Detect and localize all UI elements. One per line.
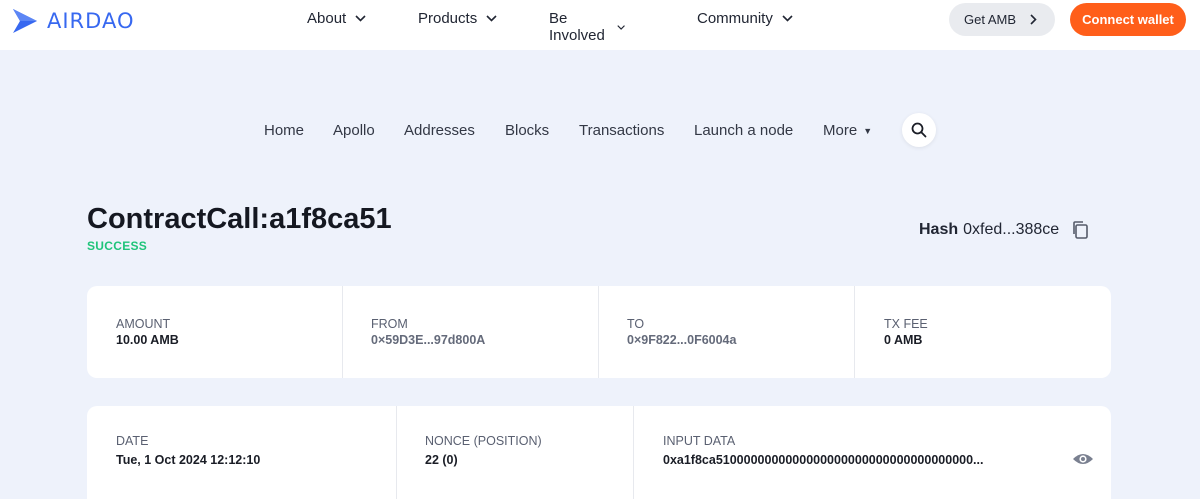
nonce-label: NONCE (POSITION) xyxy=(425,434,542,448)
caret-down-icon: ▼ xyxy=(863,125,873,136)
from-address[interactable]: 0×59D3E...97d800A xyxy=(371,333,485,347)
eye-icon[interactable] xyxy=(1072,452,1094,466)
subnav-apollo[interactable]: Apollo xyxy=(333,122,375,139)
tx-summary-card: AMOUNT 10.00 AMB FROM 0×59D3E...97d800A … xyxy=(87,286,1111,378)
status-badge: SUCCESS xyxy=(87,239,148,253)
page-title: ContractCall:a1f8ca51 xyxy=(87,203,392,235)
subnav-launch-node[interactable]: Launch a node xyxy=(694,122,793,139)
chevron-right-icon xyxy=(1030,14,1037,25)
nav-about[interactable]: About xyxy=(307,10,366,27)
nav-products-label: Products xyxy=(418,10,478,27)
date-value: Tue, 1 Oct 2024 12:12:10 xyxy=(116,453,261,467)
chevron-down-icon xyxy=(782,15,793,22)
amount-label: AMOUNT xyxy=(116,317,171,331)
hash-label: Hash xyxy=(919,221,959,238)
nav-community-label: Community xyxy=(697,10,773,27)
nav-be-involved[interactable]: Be Involved xyxy=(549,10,625,44)
chevron-down-icon xyxy=(616,24,625,30)
airdao-logo[interactable]: AIRDAO xyxy=(11,7,134,35)
from-label: FROM xyxy=(371,317,408,331)
subnav-transactions[interactable]: Transactions xyxy=(579,122,664,139)
nonce-cell: NONCE (POSITION) 22 (0) xyxy=(397,406,633,499)
tx-details-card: DATE Tue, 1 Oct 2024 12:12:10 NONCE (POS… xyxy=(87,406,1111,499)
date-cell: DATE Tue, 1 Oct 2024 12:12:10 xyxy=(87,406,396,499)
hash-value: 0xfed...388ce xyxy=(963,221,1060,238)
amount-cell: AMOUNT 10.00 AMB xyxy=(87,286,342,378)
search-icon xyxy=(911,122,927,138)
amount-value: 10.00 AMB xyxy=(116,333,179,347)
tx-fee-value: 0 AMB xyxy=(884,333,923,347)
airdao-logo-icon xyxy=(13,9,37,33)
get-amb-label: Get AMB xyxy=(964,12,1017,27)
to-label: TO xyxy=(627,317,645,331)
nav-about-label: About xyxy=(307,10,347,27)
tx-hash: Hash 0xfed...388ce xyxy=(919,220,1089,240)
brand-name: AIRDAO xyxy=(47,9,135,33)
get-amb-button[interactable]: Get AMB xyxy=(949,3,1055,36)
to-cell: TO 0×9F822...0F6004a xyxy=(599,286,854,378)
subnav-addresses[interactable]: Addresses xyxy=(404,122,475,139)
subnav-more-label: More xyxy=(823,122,858,139)
copy-icon[interactable] xyxy=(1071,220,1089,240)
tx-fee-label: TX FEE xyxy=(884,317,928,331)
nav-products[interactable]: Products xyxy=(418,10,497,27)
input-data-label: INPUT DATA xyxy=(663,434,736,448)
subnav-home[interactable]: Home xyxy=(264,122,304,139)
to-address[interactable]: 0×9F822...0F6004a xyxy=(627,333,736,347)
nonce-value: 22 (0) xyxy=(425,453,458,467)
input-data-value: 0xa1f8ca51000000000000000000000000000000… xyxy=(663,453,984,467)
subnav-blocks[interactable]: Blocks xyxy=(505,122,549,139)
subnav-more[interactable]: More ▼ xyxy=(823,122,872,139)
nav-be-involved-label: Be Involved xyxy=(549,10,605,44)
from-cell: FROM 0×59D3E...97d800A xyxy=(343,286,598,378)
chevron-down-icon xyxy=(486,15,497,22)
top-header: AIRDAO About Products Be Involved Commun… xyxy=(0,0,1200,50)
search-button[interactable] xyxy=(902,113,936,147)
connect-wallet-button[interactable]: Connect wallet xyxy=(1070,3,1186,36)
chevron-down-icon xyxy=(355,15,366,22)
date-label: DATE xyxy=(116,434,149,448)
input-data-cell: INPUT DATA 0xa1f8ca510000000000000000000… xyxy=(634,406,1111,499)
tx-fee-cell: TX FEE 0 AMB xyxy=(855,286,1111,378)
nav-community[interactable]: Community xyxy=(697,10,793,27)
